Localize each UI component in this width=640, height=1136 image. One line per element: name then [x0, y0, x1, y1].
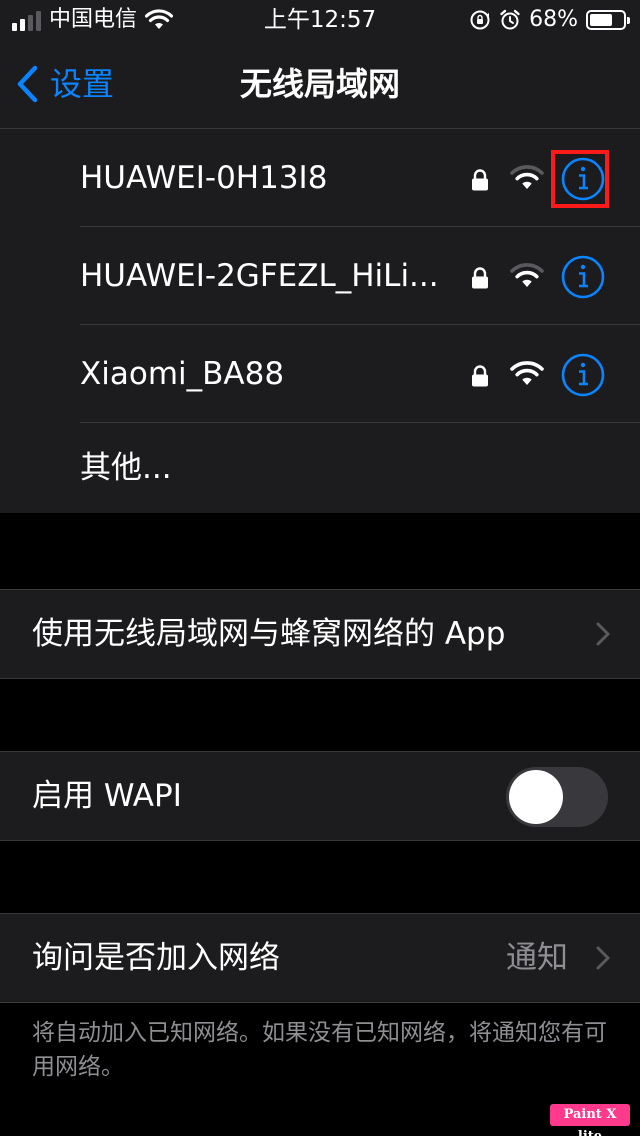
lock-icon: [472, 365, 488, 387]
network-row[interactable]: HUAWEI-0H13I8: [0, 129, 640, 227]
wapi-row: 启用 WAPI: [0, 751, 640, 841]
status-right: 68%: [469, 6, 630, 34]
page-title: 无线局域网: [239, 65, 400, 103]
wapi-toggle[interactable]: [506, 767, 608, 827]
wifi-signal-icon: [510, 361, 544, 385]
watermark-badge: Paint X lite: [550, 1104, 630, 1136]
other-network-label: 其他...: [80, 450, 172, 486]
chevron-right-icon: [596, 622, 610, 646]
network-name: Xiaomi_BA88: [80, 356, 285, 392]
navigation-bar: 设置 无线局域网: [0, 40, 640, 129]
wifi-settings-screen: 中国电信 上午12:57 68% 设置 无线局域网 HUAWEI-0H13I8 …: [0, 0, 640, 1136]
status-bar: 中国电信 上午12:57 68%: [0, 0, 640, 40]
toggle-knob: [509, 770, 563, 824]
ask-join-value: 通知: [506, 940, 568, 976]
network-row[interactable]: HUAWEI-2GFEZL_HiLi...: [0, 227, 640, 325]
network-list: HUAWEI-0H13I8 HUAWEI-2GFEZL_HiLi... Xiao…: [0, 129, 640, 513]
footer-note: 将自动加入已知网络。如果没有已知网络，将通知您有可用网络。: [32, 1020, 607, 1080]
network-name: HUAWEI-0H13I8: [80, 160, 328, 196]
ask-join-label: 询问是否加入网络: [32, 940, 280, 976]
info-button[interactable]: [560, 254, 606, 300]
wifi-signal-icon: [510, 165, 544, 189]
orientation-lock-icon: [470, 10, 490, 30]
battery-icon: [586, 10, 630, 30]
alarm-icon: [500, 9, 520, 30]
battery-fill: [590, 14, 612, 26]
wifi-signal-icon: [510, 263, 544, 287]
apps-row-label: 使用无线局域网与蜂窝网络的 App: [32, 616, 506, 652]
lock-icon: [472, 267, 488, 289]
wapi-label: 启用 WAPI: [32, 778, 182, 814]
info-button[interactable]: [560, 352, 606, 398]
chevron-right-icon: [596, 946, 610, 970]
network-name: HUAWEI-2GFEZL_HiLi...: [80, 258, 439, 294]
other-network-row[interactable]: 其他...: [0, 423, 640, 513]
ask-to-join-row[interactable]: 询问是否加入网络 通知: [0, 913, 640, 1003]
highlight-annotation: [551, 150, 609, 208]
apps-wlan-cellular-row[interactable]: 使用无线局域网与蜂窝网络的 App: [0, 589, 640, 679]
battery-percentage: 68%: [529, 7, 578, 32]
lock-icon: [472, 169, 488, 191]
network-row[interactable]: Xiaomi_BA88: [0, 325, 640, 423]
